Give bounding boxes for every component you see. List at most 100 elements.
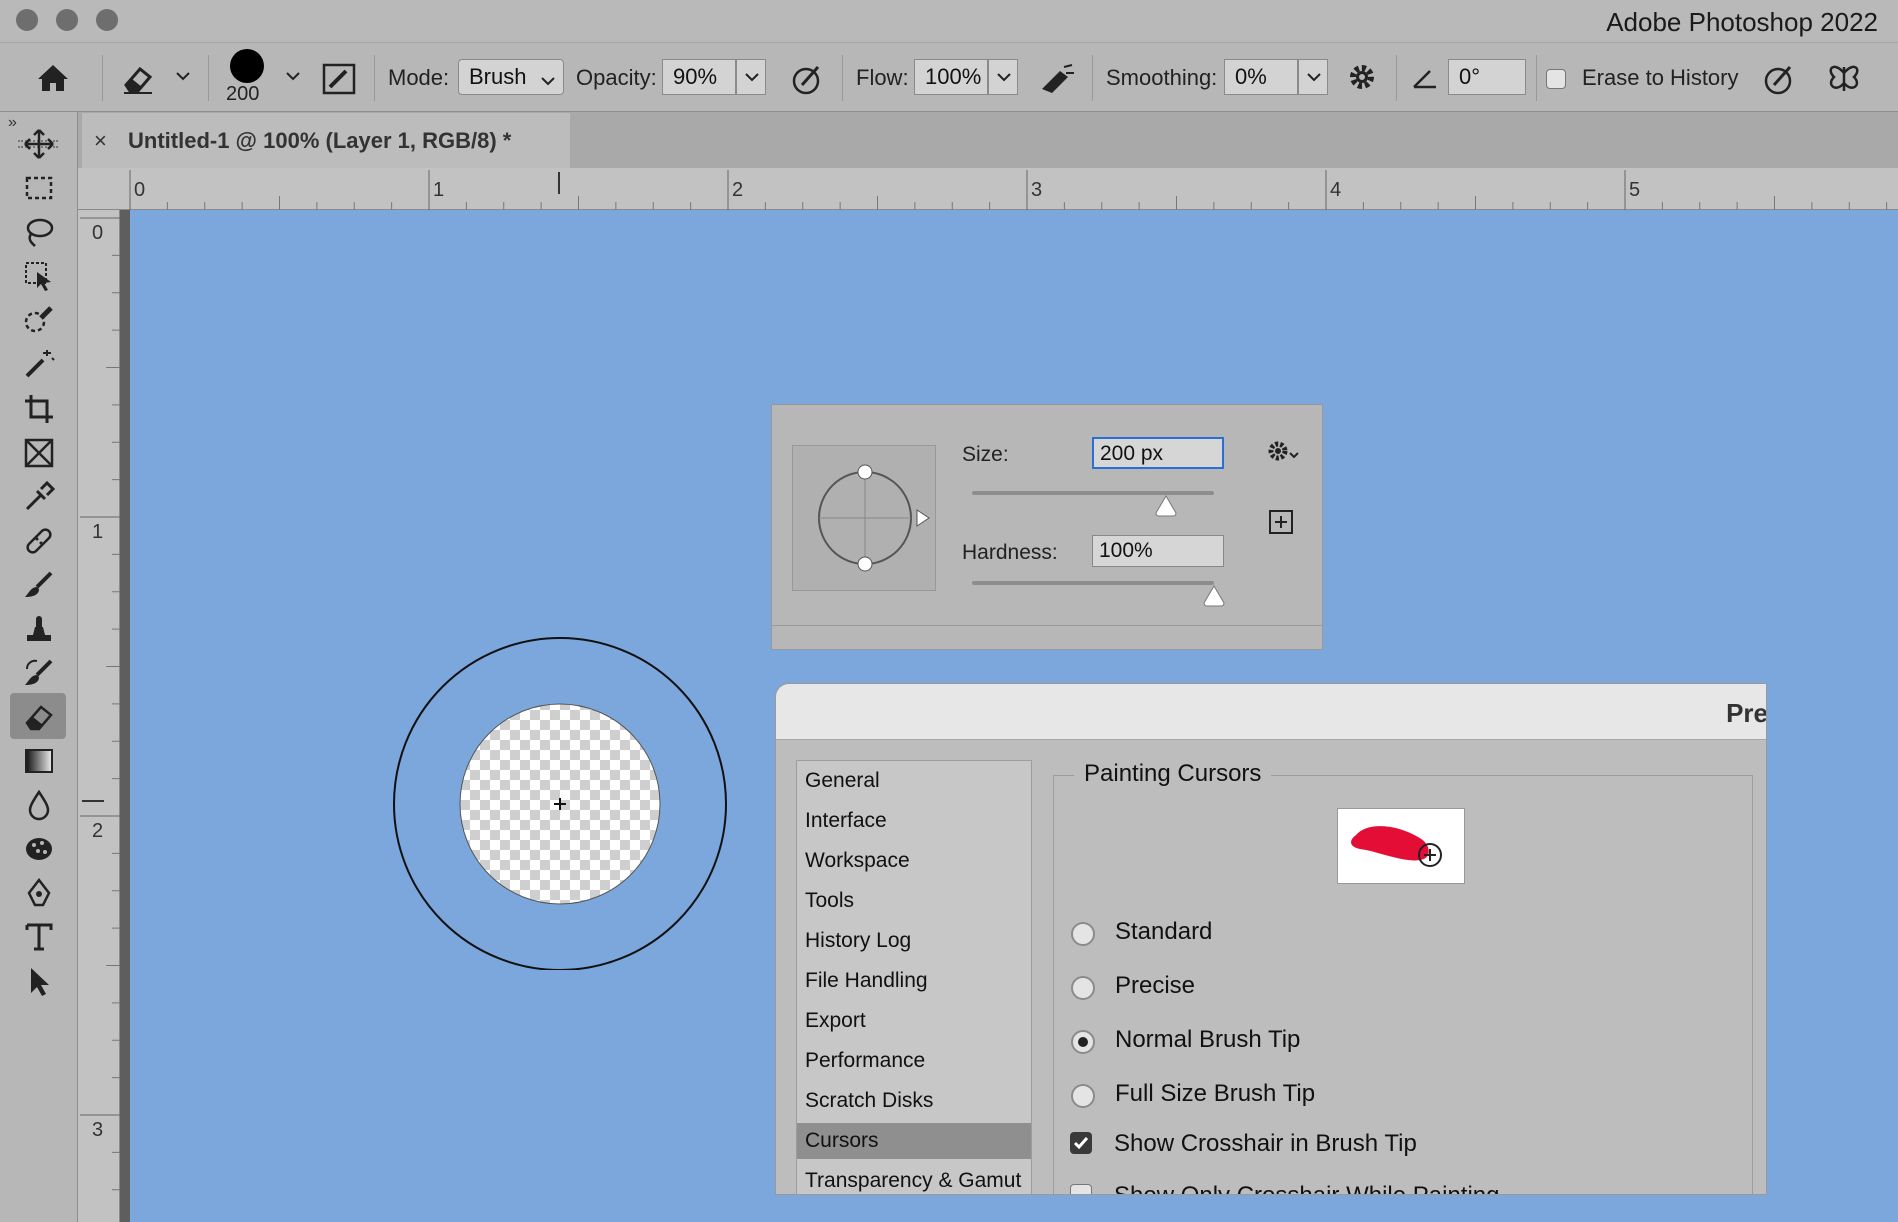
ruler-top-label: 2 [732, 179, 744, 201]
show-crosshair-checkbox[interactable] [1070, 1132, 1092, 1154]
airbrush-icon[interactable] [1034, 55, 1080, 101]
painting-cursor-radio[interactable] [1071, 1030, 1095, 1054]
brush-tool-icon[interactable] [10, 561, 66, 607]
minimize-window-button[interactable] [56, 9, 78, 31]
painting-cursor-option-label: Full Size Brush Tip [1115, 1080, 1316, 1107]
size-input[interactable]: 200 px [1092, 437, 1224, 469]
frame-tool-icon[interactable] [10, 429, 66, 475]
symmetry-butterfly-icon[interactable] [1822, 55, 1868, 101]
healing-brush-tool-icon[interactable] [10, 517, 66, 563]
path-selection-tool-icon[interactable] [10, 957, 66, 1003]
preferences-dialog: Pre General Interface Workspace Tools Histor… [775, 683, 1767, 1195]
pen-tool-icon[interactable] [10, 869, 66, 915]
close-window-button[interactable] [16, 9, 38, 31]
smoothing-label: Smoothing: [1106, 65, 1218, 90]
marquee-tool-icon[interactable] [10, 164, 66, 210]
brush-size-label: 200 [226, 83, 260, 105]
flow-dropdown[interactable] [988, 59, 1018, 95]
clone-stamp-tool-icon[interactable] [10, 605, 66, 651]
horizontal-ruler [78, 168, 1898, 210]
brush-settings-panel-icon[interactable] [316, 55, 362, 101]
close-tab-button[interactable]: × [94, 128, 107, 154]
ruler-top-label: 4 [1330, 179, 1342, 201]
lasso-tool-icon[interactable] [10, 208, 66, 254]
painting-cursor-option-label: Normal Brush Tip [1115, 1026, 1301, 1053]
prefs-nav-item[interactable]: Cursors [797, 1123, 1031, 1159]
prefs-nav-item[interactable]: Workspace [797, 843, 1031, 879]
quick-selection-tool-icon[interactable] [10, 296, 66, 342]
brush-tip-preview[interactable] [230, 49, 264, 83]
flow-input[interactable]: 100% [914, 59, 988, 95]
smoothing-input[interactable]: 0% [1224, 59, 1298, 95]
hardness-slider-track[interactable] [972, 581, 1214, 585]
show-crosshair-label: Show Crosshair in Brush Tip [1114, 1130, 1417, 1157]
dialog-title: Pre [1726, 698, 1767, 728]
opacity-input[interactable]: 90% [662, 59, 736, 95]
painting-cursor-radio[interactable] [1071, 1084, 1095, 1108]
prefs-nav-item[interactable]: Performance [797, 1043, 1031, 1079]
mode-label: Mode: [388, 65, 450, 90]
prefs-nav-item[interactable]: Export [797, 1003, 1031, 1039]
title-bar: Adobe Photoshop 2022 [0, 0, 1898, 42]
prefs-nav-item[interactable]: Scratch Disks [797, 1083, 1031, 1119]
show-only-crosshair-label: Show Only Crosshair While Painting [1114, 1182, 1500, 1194]
eraser-brush-cursor [393, 637, 727, 970]
zoom-window-button[interactable] [96, 9, 118, 31]
angle-input[interactable]: 0° [1448, 59, 1526, 95]
cursor-preview [1337, 808, 1465, 884]
magic-wand-tool-icon[interactable] [10, 340, 66, 386]
prefs-nav-item[interactable]: History Log [797, 923, 1031, 959]
home-icon[interactable] [30, 55, 76, 101]
dialog-title-bar[interactable]: Pre [776, 684, 1767, 740]
painting-cursor-radio[interactable] [1071, 976, 1095, 1000]
show-only-crosshair-checkbox[interactable] [1070, 1184, 1092, 1194]
painting-cursor-radio[interactable] [1071, 922, 1095, 946]
brush-settings-gear-icon[interactable] [1266, 437, 1300, 470]
brush-preset-dropdown[interactable] [278, 59, 308, 95]
eraser-tool-icon[interactable] [10, 693, 66, 739]
painting-cursors-heading: Painting Cursors [1074, 760, 1272, 788]
object-selection-tool-icon[interactable] [10, 252, 66, 298]
ruler-left-label: 2 [92, 820, 104, 842]
ruler-left-label: 3 [92, 1119, 104, 1141]
prefs-nav-item[interactable]: File Handling [797, 963, 1031, 999]
hardness-slider-thumb[interactable] [1202, 585, 1226, 612]
prefs-nav-item[interactable]: Transparency & Gamut [797, 1163, 1031, 1194]
size-label: Size: [962, 443, 1009, 466]
tool-preset-dropdown[interactable] [168, 59, 198, 95]
pressure-size-icon[interactable] [1756, 55, 1802, 101]
painting-cursor-option-label: Precise [1115, 972, 1196, 999]
hardness-label: Hardness: [962, 541, 1058, 564]
prefs-nav-item[interactable]: General [797, 763, 1031, 799]
document-tab-title: Untitled-1 @ 100% (Layer 1, RGB/8) * [128, 128, 512, 153]
opacity-dropdown[interactable] [736, 59, 766, 95]
pressure-opacity-icon[interactable] [784, 55, 830, 101]
move-tool-icon[interactable] [10, 120, 66, 166]
size-slider-track[interactable] [972, 491, 1214, 495]
ruler-left-label: 0 [92, 222, 104, 244]
tools-panel: » [0, 112, 78, 1222]
hardness-input[interactable]: 100% [1092, 535, 1224, 567]
ruler-left-label: 1 [92, 521, 104, 543]
brush-angle-preview[interactable] [792, 445, 936, 591]
gear-icon[interactable] [1340, 55, 1386, 101]
history-brush-tool-icon[interactable] [10, 649, 66, 695]
gradient-tool-icon[interactable] [10, 737, 66, 783]
ruler-top-label: 3 [1031, 179, 1043, 201]
type-tool-icon[interactable] [10, 913, 66, 959]
prefs-nav-item[interactable]: Tools [797, 883, 1031, 919]
crop-tool-icon[interactable] [10, 385, 66, 431]
size-slider-thumb[interactable] [1154, 495, 1178, 522]
erase-to-history-label: Erase to History [1582, 65, 1739, 90]
prefs-nav-item[interactable]: Interface [797, 803, 1031, 839]
blur-tool-icon[interactable] [10, 781, 66, 827]
erase-to-history-checkbox[interactable] [1546, 69, 1566, 89]
smoothing-dropdown[interactable] [1298, 59, 1328, 95]
vertical-ruler [78, 210, 120, 1222]
sponge-tool-icon[interactable] [10, 825, 66, 871]
eraser-preset-icon[interactable] [116, 55, 162, 101]
app-title: Adobe Photoshop 2022 [1606, 7, 1878, 37]
new-preset-icon[interactable] [1268, 509, 1294, 540]
eyedropper-tool-icon[interactable] [10, 473, 66, 519]
canvas-shadow-edge [120, 210, 130, 1222]
